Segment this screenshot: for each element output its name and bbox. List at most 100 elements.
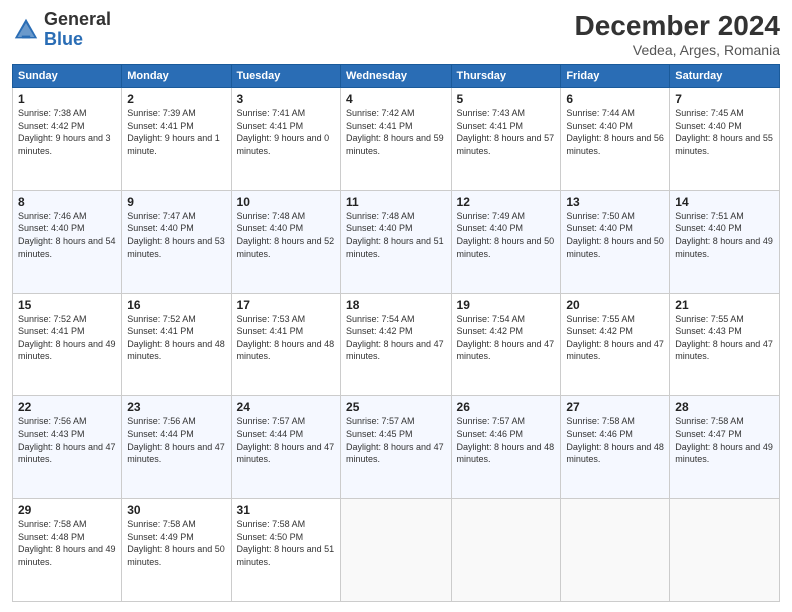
calendar-cell: 8 Sunrise: 7:46 AMSunset: 4:40 PMDaylight… [13, 190, 122, 293]
calendar-cell: 24Sunrise: 7:57 AMSunset: 4:44 PMDayligh… [231, 396, 340, 499]
day-number: 8 [18, 195, 116, 209]
day-info: Sunrise: 7:58 AMSunset: 4:48 PMDaylight:… [18, 519, 116, 567]
month-title: December 2024 [575, 10, 780, 42]
calendar-cell: 3 Sunrise: 7:41 AMSunset: 4:41 PMDaylight… [231, 88, 340, 191]
day-number: 5 [457, 92, 556, 106]
day-number: 7 [675, 92, 774, 106]
calendar-cell [451, 499, 561, 602]
calendar-cell: 12 Sunrise: 7:49 AMSunset: 4:40 PMDayligh… [451, 190, 561, 293]
calendar-week-row: 29 Sunrise: 7:58 AMSunset: 4:48 PMDayligh… [13, 499, 780, 602]
day-number: 28 [675, 400, 774, 414]
calendar-cell: 1 Sunrise: 7:38 AMSunset: 4:42 PMDaylight… [13, 88, 122, 191]
calendar-cell: 16Sunrise: 7:52 AMSunset: 4:41 PMDayligh… [122, 293, 231, 396]
day-info: Sunrise: 7:51 AMSunset: 4:40 PMDaylight:… [675, 211, 773, 259]
location-title: Vedea, Arges, Romania [575, 42, 780, 58]
col-header-saturday: Saturday [670, 65, 780, 88]
calendar-cell: 2 Sunrise: 7:39 AMSunset: 4:41 PMDaylight… [122, 88, 231, 191]
calendar-week-row: 1 Sunrise: 7:38 AMSunset: 4:42 PMDaylight… [13, 88, 780, 191]
calendar-cell: 17Sunrise: 7:53 AMSunset: 4:41 PMDayligh… [231, 293, 340, 396]
calendar-cell: 27 Sunrise: 7:58 AMSunset: 4:46 PMDayligh… [561, 396, 670, 499]
calendar-cell: 21Sunrise: 7:55 AMSunset: 4:43 PMDayligh… [670, 293, 780, 396]
calendar-cell: 18Sunrise: 7:54 AMSunset: 4:42 PMDayligh… [341, 293, 452, 396]
col-header-sunday: Sunday [13, 65, 122, 88]
day-info: Sunrise: 7:56 AMSunset: 4:44 PMDaylight:… [127, 416, 225, 464]
col-header-friday: Friday [561, 65, 670, 88]
calendar-cell: 4 Sunrise: 7:42 AMSunset: 4:41 PMDaylight… [341, 88, 452, 191]
calendar-cell [561, 499, 670, 602]
calendar-week-row: 22Sunrise: 7:56 AMSunset: 4:43 PMDayligh… [13, 396, 780, 499]
calendar-cell: 9Sunrise: 7:47 AMSunset: 4:40 PMDaylight… [122, 190, 231, 293]
day-info: Sunrise: 7:55 AMSunset: 4:42 PMDaylight:… [566, 314, 664, 362]
day-number: 23 [127, 400, 225, 414]
day-number: 31 [237, 503, 335, 517]
day-number: 4 [346, 92, 446, 106]
day-info: Sunrise: 7:43 AMSunset: 4:41 PMDaylight:… [457, 108, 555, 156]
day-number: 29 [18, 503, 116, 517]
day-number: 26 [457, 400, 556, 414]
calendar-cell: 13 Sunrise: 7:50 AMSunset: 4:40 PMDayligh… [561, 190, 670, 293]
day-number: 25 [346, 400, 446, 414]
day-info: Sunrise: 7:52 AMSunset: 4:41 PMDaylight:… [18, 314, 116, 362]
logo-general: General [44, 9, 111, 29]
day-info: Sunrise: 7:44 AMSunset: 4:40 PMDaylight:… [566, 108, 664, 156]
calendar-cell: 26Sunrise: 7:57 AMSunset: 4:46 PMDayligh… [451, 396, 561, 499]
logo-icon [12, 16, 40, 44]
day-info: Sunrise: 7:49 AMSunset: 4:40 PMDaylight:… [457, 211, 555, 259]
calendar-cell: 29 Sunrise: 7:58 AMSunset: 4:48 PMDayligh… [13, 499, 122, 602]
day-number: 18 [346, 298, 446, 312]
calendar-cell: 23 Sunrise: 7:56 AMSunset: 4:44 PMDayligh… [122, 396, 231, 499]
calendar-cell: 14 Sunrise: 7:51 AMSunset: 4:40 PMDayligh… [670, 190, 780, 293]
title-block: December 2024 Vedea, Arges, Romania [575, 10, 780, 58]
day-number: 3 [237, 92, 335, 106]
calendar-cell [670, 499, 780, 602]
day-number: 27 [566, 400, 664, 414]
day-number: 11 [346, 195, 446, 209]
calendar-cell: 7 Sunrise: 7:45 AMSunset: 4:40 PMDaylight… [670, 88, 780, 191]
day-number: 1 [18, 92, 116, 106]
day-number: 30 [127, 503, 225, 517]
calendar-cell: 31Sunrise: 7:58 AMSunset: 4:50 PMDayligh… [231, 499, 340, 602]
day-info: Sunrise: 7:46 AMSunset: 4:40 PMDaylight:… [18, 211, 116, 259]
calendar-header-row: SundayMondayTuesdayWednesdayThursdayFrid… [13, 65, 780, 88]
day-number: 14 [675, 195, 774, 209]
calendar-cell: 6 Sunrise: 7:44 AMSunset: 4:40 PMDaylight… [561, 88, 670, 191]
calendar-cell: 25 Sunrise: 7:57 AMSunset: 4:45 PMDayligh… [341, 396, 452, 499]
day-info: Sunrise: 7:42 AMSunset: 4:41 PMDaylight:… [346, 108, 444, 156]
day-number: 12 [457, 195, 556, 209]
calendar-cell: 10 Sunrise: 7:48 AMSunset: 4:40 PMDayligh… [231, 190, 340, 293]
day-info: Sunrise: 7:54 AMSunset: 4:42 PMDaylight:… [457, 314, 555, 362]
page: General Blue December 2024 Vedea, Arges,… [0, 0, 792, 612]
col-header-thursday: Thursday [451, 65, 561, 88]
day-number: 10 [237, 195, 335, 209]
day-info: Sunrise: 7:39 AMSunset: 4:41 PMDaylight:… [127, 108, 220, 156]
day-info: Sunrise: 7:41 AMSunset: 4:41 PMDaylight:… [237, 108, 330, 156]
day-info: Sunrise: 7:48 AMSunset: 4:40 PMDaylight:… [346, 211, 444, 259]
logo-text: General Blue [44, 10, 111, 50]
day-info: Sunrise: 7:56 AMSunset: 4:43 PMDaylight:… [18, 416, 116, 464]
calendar-cell: 30 Sunrise: 7:58 AMSunset: 4:49 PMDayligh… [122, 499, 231, 602]
day-info: Sunrise: 7:38 AMSunset: 4:42 PMDaylight:… [18, 108, 111, 156]
day-info: Sunrise: 7:45 AMSunset: 4:40 PMDaylight:… [675, 108, 773, 156]
logo: General Blue [12, 10, 111, 50]
calendar-cell: 15Sunrise: 7:52 AMSunset: 4:41 PMDayligh… [13, 293, 122, 396]
day-info: Sunrise: 7:50 AMSunset: 4:40 PMDaylight:… [566, 211, 664, 259]
calendar-cell: 11 Sunrise: 7:48 AMSunset: 4:40 PMDayligh… [341, 190, 452, 293]
day-number: 19 [457, 298, 556, 312]
day-info: Sunrise: 7:57 AMSunset: 4:45 PMDaylight:… [346, 416, 444, 464]
day-info: Sunrise: 7:58 AMSunset: 4:49 PMDaylight:… [127, 519, 225, 567]
calendar-week-row: 15Sunrise: 7:52 AMSunset: 4:41 PMDayligh… [13, 293, 780, 396]
col-header-monday: Monday [122, 65, 231, 88]
calendar-cell: 22Sunrise: 7:56 AMSunset: 4:43 PMDayligh… [13, 396, 122, 499]
day-number: 2 [127, 92, 225, 106]
calendar-cell: 20Sunrise: 7:55 AMSunset: 4:42 PMDayligh… [561, 293, 670, 396]
day-info: Sunrise: 7:58 AMSunset: 4:47 PMDaylight:… [675, 416, 773, 464]
col-header-tuesday: Tuesday [231, 65, 340, 88]
day-number: 16 [127, 298, 225, 312]
day-info: Sunrise: 7:48 AMSunset: 4:40 PMDaylight:… [237, 211, 335, 259]
col-header-wednesday: Wednesday [341, 65, 452, 88]
calendar-table: SundayMondayTuesdayWednesdayThursdayFrid… [12, 64, 780, 602]
day-number: 6 [566, 92, 664, 106]
calendar-cell: 28 Sunrise: 7:58 AMSunset: 4:47 PMDayligh… [670, 396, 780, 499]
day-info: Sunrise: 7:58 AMSunset: 4:46 PMDaylight:… [566, 416, 664, 464]
day-number: 13 [566, 195, 664, 209]
